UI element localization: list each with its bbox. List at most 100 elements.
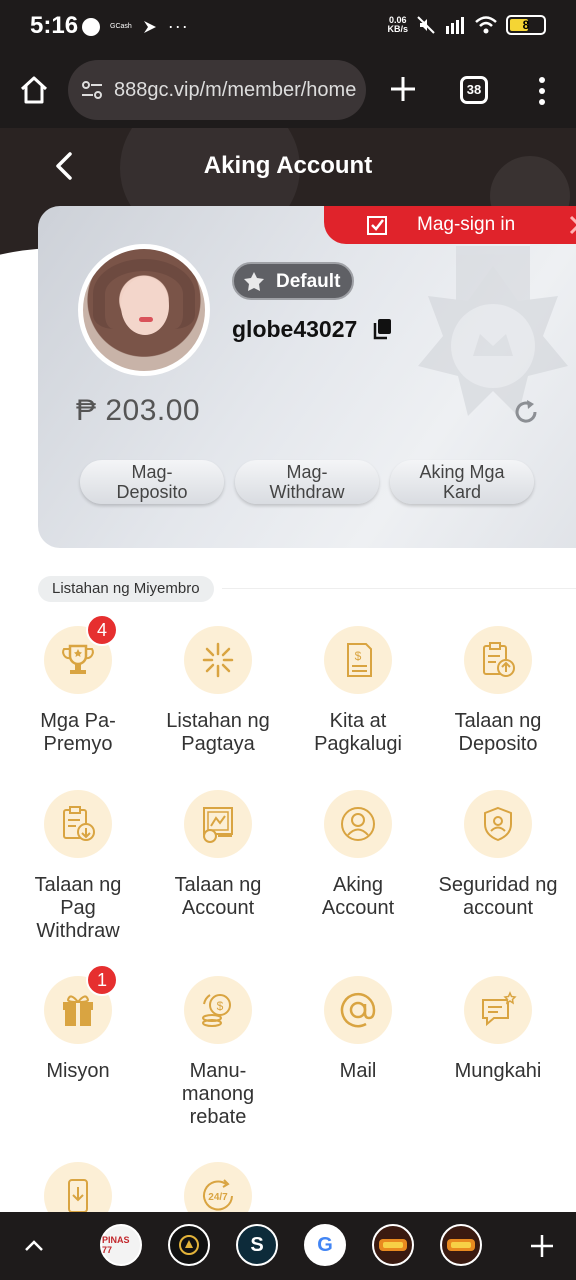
user-icon xyxy=(341,807,375,841)
menu-item-bet-history[interactable]: Listahan ng Pagtaya xyxy=(148,626,288,756)
more-notifications-icon: ··· xyxy=(167,16,189,36)
arrow-app-icon xyxy=(143,20,156,33)
checkbox-calendar-icon xyxy=(367,216,387,235)
menu-item-account-security[interactable]: Seguridad ng account xyxy=(428,790,568,920)
gift-icon xyxy=(63,995,93,1026)
deposit-record-icon xyxy=(483,642,515,677)
sparkle-icon xyxy=(202,642,234,678)
profit-icon: $ xyxy=(347,643,372,677)
game-app-icon xyxy=(379,1239,407,1251)
wifi-icon xyxy=(475,16,497,34)
tab-pinas77[interactable]: PINAS 77 xyxy=(100,1224,142,1266)
pinas77-app-icon: PINAS 77 xyxy=(102,1235,130,1255)
menu-item-label: Manu- manong rebate xyxy=(181,1060,255,1128)
account-record-icon xyxy=(203,807,233,843)
menu-item-label: Talaan ng Deposito xyxy=(454,710,542,755)
menu-item-label: Kita at Pagkalugi xyxy=(314,710,402,755)
mail-icon xyxy=(340,992,376,1028)
medal-icon xyxy=(244,272,264,291)
home-icon[interactable] xyxy=(18,74,50,106)
page-title: Aking Account xyxy=(203,152,373,179)
browser-toolbar: 888gc.vip/m/member/home 38 xyxy=(0,52,576,128)
notification-badge: 1 xyxy=(86,964,118,996)
menu-item-label: Mungkahi xyxy=(454,1060,542,1082)
google-icon: G xyxy=(317,1233,333,1256)
section-title: Listahan ng Miyembro xyxy=(38,576,214,602)
status-time: 5:16 xyxy=(30,12,79,39)
menu-item-mission[interactable]: 1 Misyon xyxy=(8,964,148,1083)
app-icon xyxy=(179,1235,199,1255)
my-cards-button[interactable]: Aking Mga Kard xyxy=(390,460,534,504)
menu-item-label: Seguridad ng account xyxy=(438,874,558,919)
trophy-icon xyxy=(62,644,94,674)
net-speed: 0.06 KB/s xyxy=(387,15,408,34)
menu-item-label: Misyon xyxy=(46,1060,110,1082)
level-badge-icon xyxy=(418,246,568,416)
withdraw-button[interactable]: Mag- Withdraw xyxy=(235,460,379,504)
battery-icon: 8 xyxy=(506,15,546,35)
download-icon xyxy=(68,1179,88,1212)
menu-item-label: Mga Pa- Premyo xyxy=(40,710,116,755)
avatar[interactable] xyxy=(78,244,210,376)
s-app-icon: S xyxy=(250,1233,264,1256)
username: globe43027 xyxy=(232,316,358,342)
add-tab-icon[interactable] xyxy=(528,1232,556,1260)
copy-icon[interactable] xyxy=(372,318,392,340)
level-badge: Default xyxy=(232,262,354,300)
menu-item-support[interactable]: 24/7 xyxy=(148,1162,288,1212)
menu-item-mail[interactable]: Mail xyxy=(288,976,428,1083)
site-settings-icon[interactable] xyxy=(80,78,104,102)
browser-tab-strip: PINAS 77 S G xyxy=(0,1212,576,1280)
overflow-menu-icon[interactable] xyxy=(532,76,552,106)
menu-item-download[interactable] xyxy=(8,1162,148,1212)
tab-s-app[interactable]: S xyxy=(236,1224,278,1266)
menu-item-label: Talaan ng Pag Withdraw xyxy=(34,874,122,942)
menu-item-deposit-record[interactable]: Talaan ng Deposito xyxy=(428,626,568,756)
page-content: Aking Account Mag-sign in Default globe4… xyxy=(0,128,576,1212)
level-label: Default xyxy=(276,271,341,292)
mute-icon xyxy=(417,16,435,34)
menu-item-manual-rebate[interactable]: $ Manu- manong rebate xyxy=(148,976,288,1129)
shield-icon xyxy=(484,806,512,842)
withdraw-record-icon xyxy=(63,806,95,841)
svg-text:24/7: 24/7 xyxy=(208,1192,228,1203)
menu-item-label: Mail xyxy=(339,1060,377,1082)
menu-item-label: Listahan ng Pagtaya xyxy=(166,710,270,755)
feedback-icon xyxy=(482,991,517,1027)
menu-item-label: Aking Account xyxy=(321,874,395,919)
account-card: Mag-sign in Default globe43027 ₱ 203.00 … xyxy=(38,206,576,548)
deposit-button[interactable]: Mag- Deposito xyxy=(80,460,224,504)
support-24-7-icon: 24/7 xyxy=(203,1179,233,1211)
status-left-icons: GCash ··· xyxy=(82,16,189,37)
gcash-icon: GCash xyxy=(110,23,132,30)
status-bar: 5:16 GCash ··· 0.06 KB/s 8 xyxy=(0,0,576,52)
menu-item-feedback[interactable]: Mungkahi xyxy=(428,976,568,1083)
menu-item-withdraw-record[interactable]: Talaan ng Pag Withdraw xyxy=(8,790,148,943)
url-text: 888gc.vip/m/member/home xyxy=(114,78,357,101)
messenger-icon xyxy=(82,17,100,36)
new-tab-icon[interactable] xyxy=(388,74,418,104)
menu-item-label: Talaan ng Account xyxy=(174,874,262,919)
sign-in-banner[interactable]: Mag-sign in xyxy=(324,206,576,244)
chevron-right-icon xyxy=(569,215,576,235)
signal-icon xyxy=(446,17,464,34)
coins-icon: $ xyxy=(202,994,231,1027)
status-right-icons: 0.06 KB/s 8 xyxy=(387,15,546,35)
menu-item-profit-loss[interactable]: $ Kita at Pagkalugi xyxy=(288,626,428,756)
tab-game-1[interactable] xyxy=(372,1224,414,1266)
sign-in-label: Mag-sign in xyxy=(417,214,516,235)
url-bar[interactable]: 888gc.vip/m/member/home xyxy=(68,60,366,120)
svg-text:$: $ xyxy=(217,999,224,1013)
menu-item-rewards[interactable]: 4 Mga Pa- Premyo xyxy=(8,614,148,756)
refresh-icon[interactable] xyxy=(512,398,540,426)
tab-google[interactable]: G xyxy=(304,1224,346,1266)
tab-app-2[interactable] xyxy=(168,1224,210,1266)
game-app-icon-2 xyxy=(447,1239,475,1251)
tab-switcher-button[interactable]: 38 xyxy=(460,76,488,104)
svg-text:$: $ xyxy=(355,649,362,663)
menu-item-account-record[interactable]: Talaan ng Account xyxy=(148,790,288,920)
tab-game-2[interactable] xyxy=(440,1224,482,1266)
notification-badge: 4 xyxy=(86,614,118,646)
chevron-up-icon[interactable] xyxy=(22,1234,46,1258)
menu-item-my-account[interactable]: Aking Account xyxy=(288,790,428,920)
